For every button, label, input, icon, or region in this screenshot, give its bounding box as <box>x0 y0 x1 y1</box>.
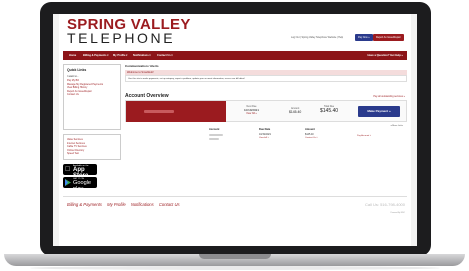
laptop-shadow <box>30 266 440 270</box>
footer-powered-by: Powered By NISC <box>390 212 405 214</box>
history-amount: $145.40 <box>305 133 314 136</box>
make-payment-button[interactable]: Make Payment » <box>358 106 400 117</box>
nav-billing[interactable]: Billing & Payments ▾ <box>83 54 109 57</box>
communication-alerts-title: Communication / Alerts <box>125 64 159 68</box>
total-due-value: $145.40 <box>320 108 339 114</box>
sidebar: Quick Links I want to... Pay My Bill Man… <box>63 64 121 192</box>
footer-link-notifications[interactable]: Notifications <box>131 202 154 207</box>
history-header-account: Account <box>209 128 220 131</box>
history-header-amount: Amount <box>305 128 315 131</box>
welcome-alert-body: Use this site to make payments, set up a… <box>125 75 407 82</box>
resources-panel: Value Services Internet Services Cable T… <box>63 134 121 160</box>
main-nav: Home Billing & Payments ▾ My Profile ▾ N… <box>63 51 407 60</box>
brand-line2: TELEPHONE <box>67 30 176 46</box>
pay-now-button[interactable]: Pay Now » <box>355 34 373 41</box>
quick-links-panel: Quick Links I want to... Pay My Bill Man… <box>63 64 121 130</box>
google-play-badge[interactable]: GET IT ON Google play <box>63 177 97 192</box>
history-due-date: 10/19/2021 <box>259 133 271 136</box>
nav-home[interactable]: Home <box>69 54 76 57</box>
laptop-screen: SPRING VALLEY TELEPHONE Log Out | Spring… <box>53 14 417 246</box>
account-name-redacted <box>144 110 174 113</box>
footer-link-billing[interactable]: Billing & Payments <box>67 202 102 207</box>
account-summary-row: Next Due 10/19/2021 View bill » Amount $… <box>125 100 407 122</box>
google-play-big: Google play <box>73 180 92 192</box>
history-contact-link[interactable]: Contact Us » <box>305 137 318 139</box>
brand-logo[interactable]: SPRING VALLEY TELEPHONE <box>67 17 191 45</box>
history-view-bill[interactable]: View bill » <box>259 137 269 139</box>
footer-links: Billing & Payments My Profile Notificati… <box>67 202 180 207</box>
smarthub-page: SPRING VALLEY TELEPHONE Log Out | Spring… <box>59 14 411 246</box>
report-repair-button[interactable]: Report An Issue/Repair <box>373 34 404 41</box>
main-content: Communication / Alerts Welcome to SmartH… <box>125 64 407 141</box>
quick-links-title: Quick Links <box>67 68 87 72</box>
account-card <box>126 101 226 122</box>
account-address-redacted <box>209 138 219 141</box>
utility-links[interactable]: Log Out | Spring Valley Telephone Websit… <box>291 36 343 39</box>
total-due-cell: Total Due $145.40 <box>320 105 338 114</box>
footer-link-contact[interactable]: Contact Us <box>159 202 180 207</box>
footer-link-profile[interactable]: My Profile <box>107 202 126 207</box>
history-header-due-date: Due Date <box>259 128 271 131</box>
quick-link-contact[interactable]: Contact Us <box>67 93 117 97</box>
apple-icon:  <box>65 166 70 173</box>
app-store-badge[interactable]:  Available on the App Store <box>63 164 97 179</box>
more-links[interactable]: ▾ More Links <box>391 124 403 127</box>
laptop-notch <box>199 254 271 259</box>
google-play-icon <box>65 179 71 186</box>
nav-notifications[interactable]: Notifications ▾ <box>133 54 151 57</box>
account-overview-title: Account Overview <box>125 93 169 99</box>
amount-value: $145.40 <box>289 110 302 114</box>
quick-links-subtitle: I want to... <box>67 75 79 78</box>
nav-get-help[interactable]: Have a Question? Get Help » <box>368 54 403 57</box>
footer-call-us: Call Us: 516-798-4000 <box>364 202 405 207</box>
next-due-cell: Next Due 10/19/2021 View bill » <box>244 105 259 115</box>
view-bill-link[interactable]: View bill » <box>244 112 259 115</box>
footer-divider <box>63 196 407 197</box>
nav-contact[interactable]: Contact Us ▾ <box>157 54 173 57</box>
amount-cell: Amount $145.40 <box>289 107 301 114</box>
pay-all-link[interactable]: Pay all outstanding services » <box>373 95 405 98</box>
nav-profile[interactable]: My Profile ▾ <box>113 54 127 57</box>
history-pay-account[interactable]: Pay Account » <box>357 135 371 137</box>
account-number-redacted <box>209 134 223 137</box>
resource-speed-test[interactable]: Speed Test <box>67 152 117 156</box>
